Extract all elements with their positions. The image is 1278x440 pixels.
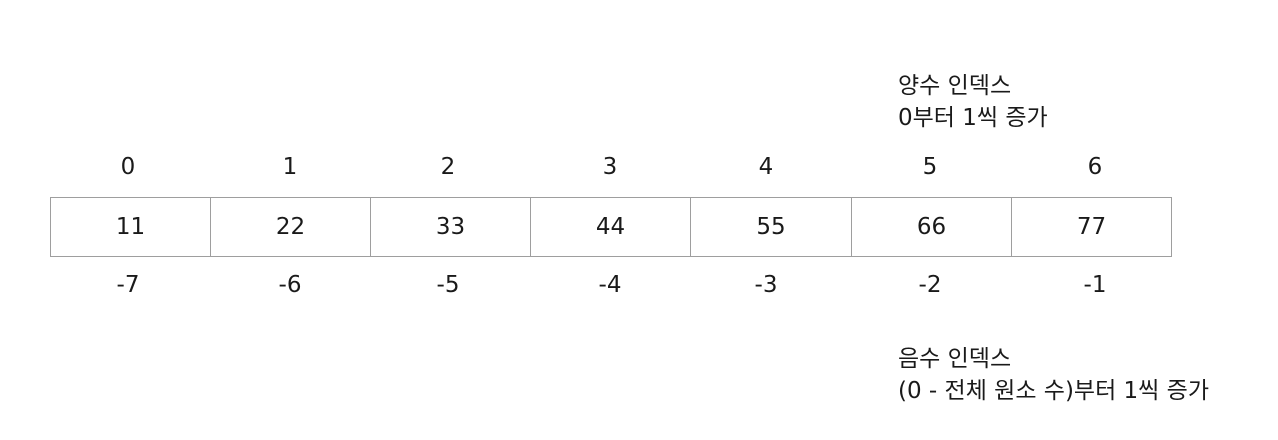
array-cell: 22: [211, 198, 371, 256]
positive-index-label: 5: [922, 154, 938, 180]
positive-index-title: 양수 인덱스: [898, 73, 1012, 99]
array-cell: 77: [1076, 214, 1107, 240]
positive-index-note: 양수 인덱스 0부터 1씩 증가: [898, 70, 1048, 134]
positive-index-label: 2: [440, 154, 456, 180]
positive-index-label: 6: [1087, 154, 1103, 180]
array-cell: 55: [691, 198, 852, 256]
array-box: 11 22 33 44 55 66 77: [50, 197, 1172, 257]
negative-index-label: -1: [1083, 272, 1107, 298]
positive-index-label: 3: [602, 154, 618, 180]
array-cell: 33: [371, 198, 531, 256]
negative-index-label: -2: [918, 272, 942, 298]
negative-index-label: -4: [598, 272, 622, 298]
positive-index-label: 0: [120, 154, 136, 180]
negative-index-label: -3: [754, 272, 778, 298]
array-cell: 11: [51, 198, 211, 256]
array-cell: 44: [531, 198, 691, 256]
negative-index-description: (0 - 전체 원소 수)부터 1씩 증가: [898, 378, 1209, 404]
negative-index-label: -6: [278, 272, 302, 298]
negative-index-title: 음수 인덱스: [898, 346, 1012, 372]
positive-index-label: 4: [758, 154, 774, 180]
negative-index-label: -7: [116, 272, 140, 298]
negative-index-note: 음수 인덱스 (0 - 전체 원소 수)부터 1씩 증가: [898, 343, 1209, 407]
negative-index-label: -5: [436, 272, 460, 298]
positive-index-row: 0 1 2 3 4 5 6: [50, 150, 1172, 184]
array-cell: 66: [852, 198, 1012, 256]
negative-index-row: -7 -6 -5 -4 -3 -2 -1: [50, 268, 1172, 302]
positive-index-label: 1: [282, 154, 298, 180]
positive-index-description: 0부터 1씩 증가: [898, 105, 1048, 131]
